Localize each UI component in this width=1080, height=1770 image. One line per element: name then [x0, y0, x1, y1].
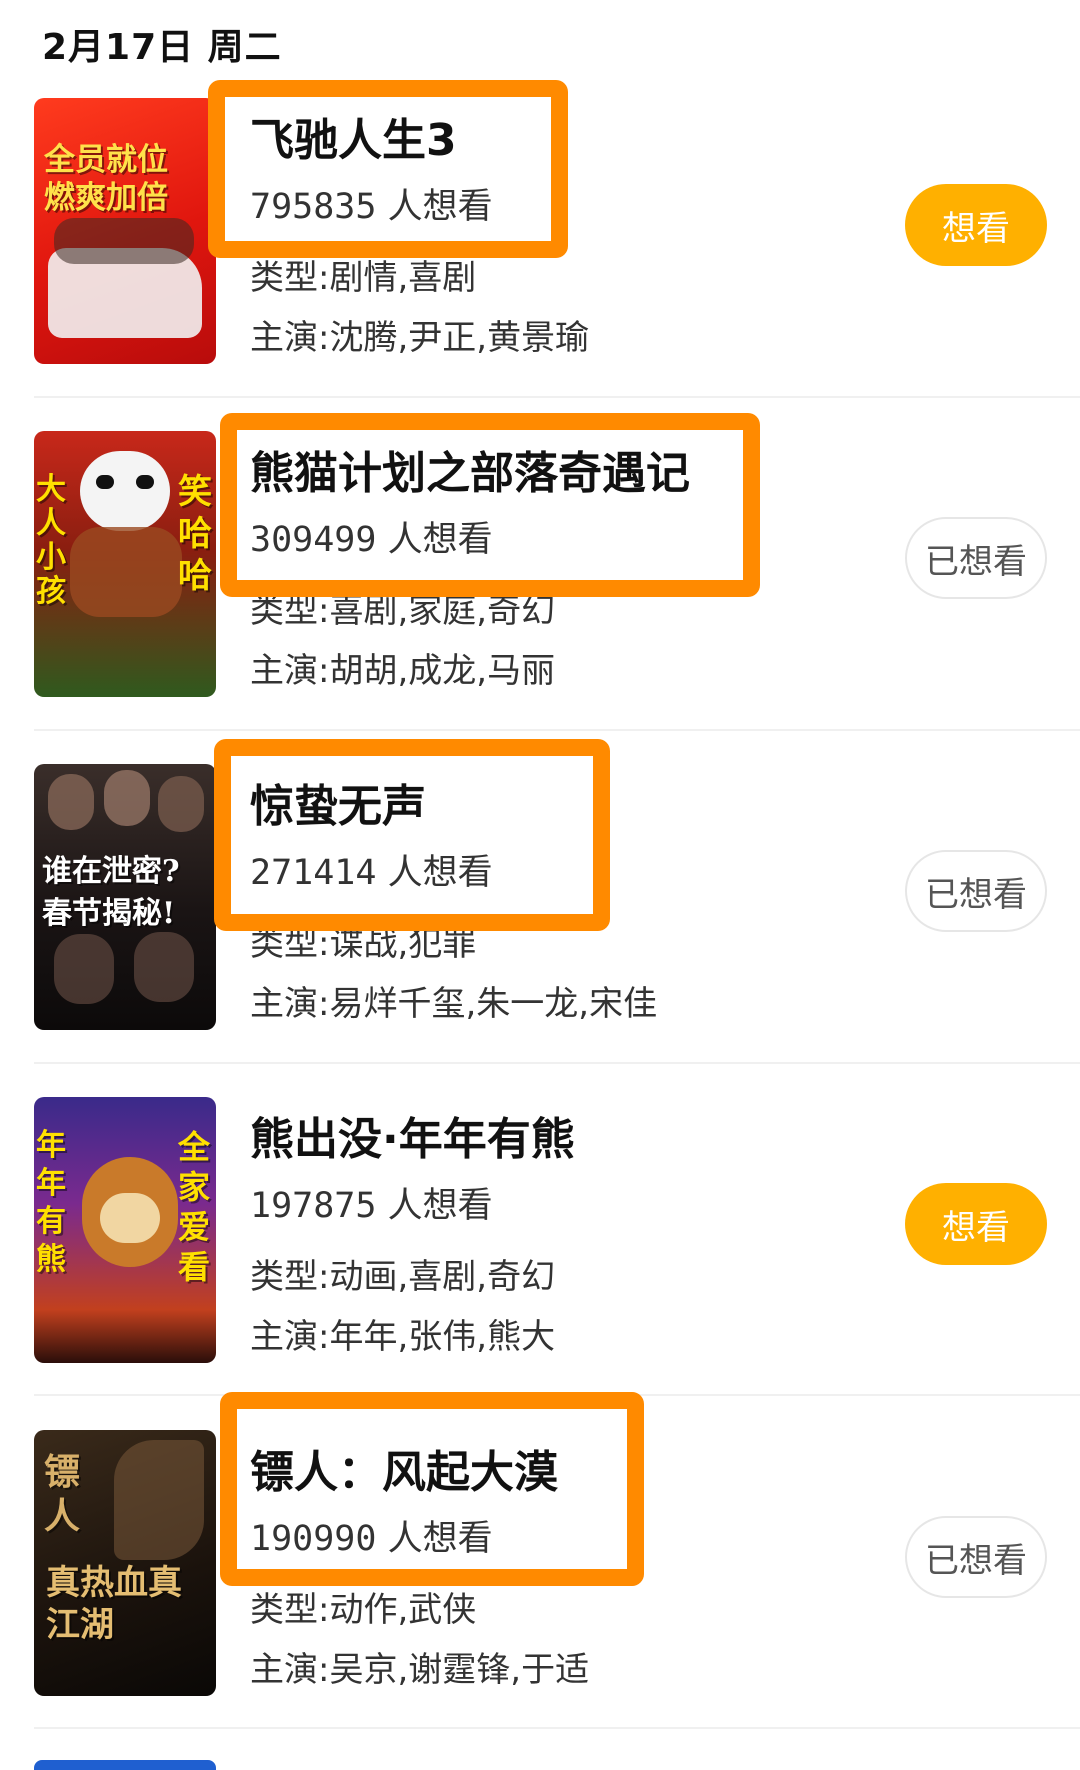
highlight-box [220, 413, 760, 597]
want-count: 197875 人想看 [250, 1186, 493, 1226]
divider [34, 729, 1080, 731]
movie-poster[interactable]: 大人小孩 笑哈哈 [34, 431, 216, 697]
wanted-button[interactable]: 已想看 [905, 1516, 1047, 1598]
movie-poster[interactable]: 全员就位 燃爽加倍 [34, 98, 216, 364]
poster-tagline: 镖人 [44, 1451, 81, 1537]
poster-tagline: 全家爱看 [178, 1128, 211, 1286]
poster-tagline: 笑哈哈 [178, 472, 212, 596]
divider [34, 1727, 1080, 1729]
next-movie-poster[interactable] [34, 1760, 216, 1770]
movie-poster[interactable]: 谁在泄密? 春节揭秘! [34, 764, 216, 1030]
divider [34, 1062, 1080, 1064]
movie-cast: 主演:胡胡,成龙,马丽 [250, 651, 556, 691]
movie-cast: 主演:易烊千玺,朱一龙,宋佳 [250, 984, 658, 1024]
movie-cast: 主演:年年,张伟,熊大 [250, 1317, 556, 1357]
poster-tagline: 春节揭秘! [42, 896, 176, 931]
wanted-button[interactable]: 已想看 [905, 850, 1047, 932]
movie-item[interactable]: 年年有熊 全家爱看 熊出没·年年有熊 197875 人想看 类型:动画,喜剧,奇… [0, 1097, 1080, 1429]
poster-tagline: 年年有熊 [36, 1128, 66, 1277]
want-button[interactable]: 想看 [905, 1183, 1047, 1265]
want-button[interactable]: 想看 [905, 184, 1047, 266]
poster-tagline: 谁在泄密? [42, 854, 180, 889]
movie-poster[interactable]: 年年有熊 全家爱看 [34, 1097, 216, 1363]
movie-title[interactable]: 熊出没·年年有熊 [250, 1103, 575, 1167]
movie-cast: 主演:沈腾,尹正,黄景瑜 [250, 318, 590, 358]
movie-cast: 主演:吴京,谢霆锋,于适 [250, 1650, 590, 1690]
movie-genre: 类型:动画,喜剧,奇幻 [250, 1257, 556, 1297]
movie-genre: 类型:动作,武侠 [250, 1590, 477, 1630]
movie-poster[interactable]: 镖人 真热血真江湖 [34, 1430, 216, 1696]
poster-tagline: 燃爽加倍 [44, 180, 168, 216]
highlight-box [220, 1392, 644, 1586]
date-header: 2月17日 周二 [42, 27, 282, 68]
highlight-box [214, 739, 610, 931]
wanted-button[interactable]: 已想看 [905, 517, 1047, 599]
poster-tagline: 大人小孩 [36, 472, 66, 609]
highlight-box [208, 80, 568, 258]
poster-tagline: 真热血真江湖 [46, 1563, 182, 1645]
divider [34, 396, 1080, 398]
